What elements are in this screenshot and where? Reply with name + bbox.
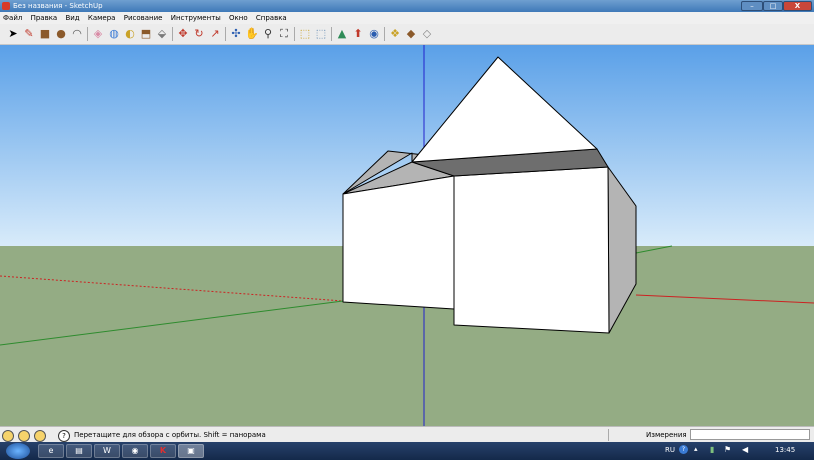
- taskbar-explorer[interactable]: ▤: [66, 444, 92, 458]
- clock[interactable]: 13:45: [775, 446, 795, 454]
- google-earth-tool-icon[interactable]: ◉: [367, 27, 381, 41]
- windows-taskbar: e ▤ W ◉ K ▣ RU ? ▴ ▮ ⚑ ◀ 13:45: [0, 442, 814, 460]
- window-title: Без названия - SketchUp: [13, 2, 103, 10]
- toolbar-separator: [225, 27, 226, 41]
- flag-icon[interactable]: ⚑: [724, 445, 731, 454]
- eraser-tool-icon[interactable]: ◈: [91, 27, 105, 41]
- toolbar-separator: [87, 27, 88, 41]
- styles-tool-icon[interactable]: ◇: [420, 27, 434, 41]
- status-hint: Перетащите для обзора с орбиты. Shift = …: [74, 431, 266, 439]
- menu-draw[interactable]: Рисование: [121, 12, 166, 24]
- menu-bar: Файл Правка Вид Камера Рисование Инструм…: [0, 12, 814, 24]
- volume-icon[interactable]: ◀: [742, 445, 748, 454]
- previous-view-tool-icon[interactable]: ⬚: [298, 27, 312, 41]
- tray-arrow-icon[interactable]: ▴: [694, 445, 698, 453]
- orbit-tool-icon[interactable]: ✣: [229, 27, 243, 41]
- taskbar-chrome[interactable]: ◉: [122, 444, 148, 458]
- sketchup-app-icon: [2, 2, 10, 10]
- start-button[interactable]: [6, 443, 30, 459]
- taskbar-ie[interactable]: e: [38, 444, 64, 458]
- scene-canvas[interactable]: [0, 45, 814, 426]
- components-tool-icon[interactable]: ❖: [388, 27, 402, 41]
- language-indicator[interactable]: RU: [665, 446, 675, 454]
- title-bar: Без названия - SketchUp – □ X: [0, 0, 814, 12]
- left-wall-front: [342, 175, 455, 310]
- network-icon[interactable]: ▮: [710, 445, 714, 454]
- measurements-input[interactable]: [690, 429, 810, 440]
- toolbar-separator: [172, 27, 173, 41]
- move-tool-icon[interactable]: ✥: [176, 27, 190, 41]
- minimize-button[interactable]: –: [741, 1, 763, 11]
- taskbar-sketchup[interactable]: ▣: [178, 444, 204, 458]
- geo-location-icon[interactable]: [2, 430, 14, 442]
- toolbar-separator: [294, 27, 295, 41]
- main-toolbar: ➤ ✎ ■ ● ◠ ◈ ◍ ◐ ⬒ ⬙ ✥ ↻ ↗ ✣ ✋ ⚲ ⛶ ⬚ ⬚ ▲ ⬆ ◉ ❖ ◆ ◇: [0, 24, 814, 45]
- menu-edit[interactable]: Правка: [28, 12, 61, 24]
- select-tool-icon[interactable]: ➤: [6, 27, 20, 41]
- language-help-icon[interactable]: ?: [679, 445, 688, 454]
- menu-window[interactable]: Окно: [226, 12, 251, 24]
- circle-tool-icon[interactable]: ●: [54, 27, 68, 41]
- next-view-tool-icon[interactable]: ⬚: [314, 27, 328, 41]
- menu-file[interactable]: Файл: [0, 12, 25, 24]
- menu-camera[interactable]: Камера: [85, 12, 119, 24]
- taskbar-kaspersky[interactable]: K: [150, 444, 176, 458]
- rectangle-tool-icon[interactable]: ■: [38, 27, 52, 41]
- maximize-button[interactable]: □: [763, 1, 783, 11]
- status-bar: ? Перетащите для обзора с орбиты. Shift …: [0, 426, 814, 443]
- rotate-tool-icon[interactable]: ↻: [192, 27, 206, 41]
- zoom-tool-icon[interactable]: ⚲: [261, 27, 275, 41]
- close-button[interactable]: X: [783, 1, 812, 11]
- right-wall-front: [453, 166, 610, 334]
- modeling-viewport[interactable]: [0, 45, 814, 426]
- toolbar-separator: [331, 27, 332, 41]
- menu-tools[interactable]: Инструменты: [168, 12, 224, 24]
- get-models-tool-icon[interactable]: ▲: [335, 27, 349, 41]
- arc-tool-icon[interactable]: ◠: [70, 27, 84, 41]
- share-model-tool-icon[interactable]: ⬆: [351, 27, 365, 41]
- toolbar-separator: [384, 27, 385, 41]
- taskbar-word[interactable]: W: [94, 444, 120, 458]
- help-icon[interactable]: ?: [58, 430, 70, 442]
- push-pull-tool-icon[interactable]: ⬒: [139, 27, 153, 41]
- pencil-tool-icon[interactable]: ✎: [22, 27, 36, 41]
- menu-view[interactable]: Вид: [62, 12, 82, 24]
- user-icon[interactable]: [34, 430, 46, 442]
- measurements-label: Измерения: [646, 431, 687, 439]
- pan-tool-icon[interactable]: ✋: [245, 27, 259, 41]
- menu-help[interactable]: Справка: [253, 12, 290, 24]
- zoom-extents-tool-icon[interactable]: ⛶: [277, 27, 291, 41]
- offset-tool-icon[interactable]: ↗: [208, 27, 222, 41]
- status-divider: [608, 429, 609, 441]
- credits-icon[interactable]: [18, 430, 30, 442]
- follow-me-tool-icon[interactable]: ⬙: [155, 27, 169, 41]
- tape-measure-tool-icon[interactable]: ◐: [123, 27, 137, 41]
- paint-bucket-tool-icon[interactable]: ◍: [107, 27, 121, 41]
- materials-tool-icon[interactable]: ◆: [404, 27, 418, 41]
